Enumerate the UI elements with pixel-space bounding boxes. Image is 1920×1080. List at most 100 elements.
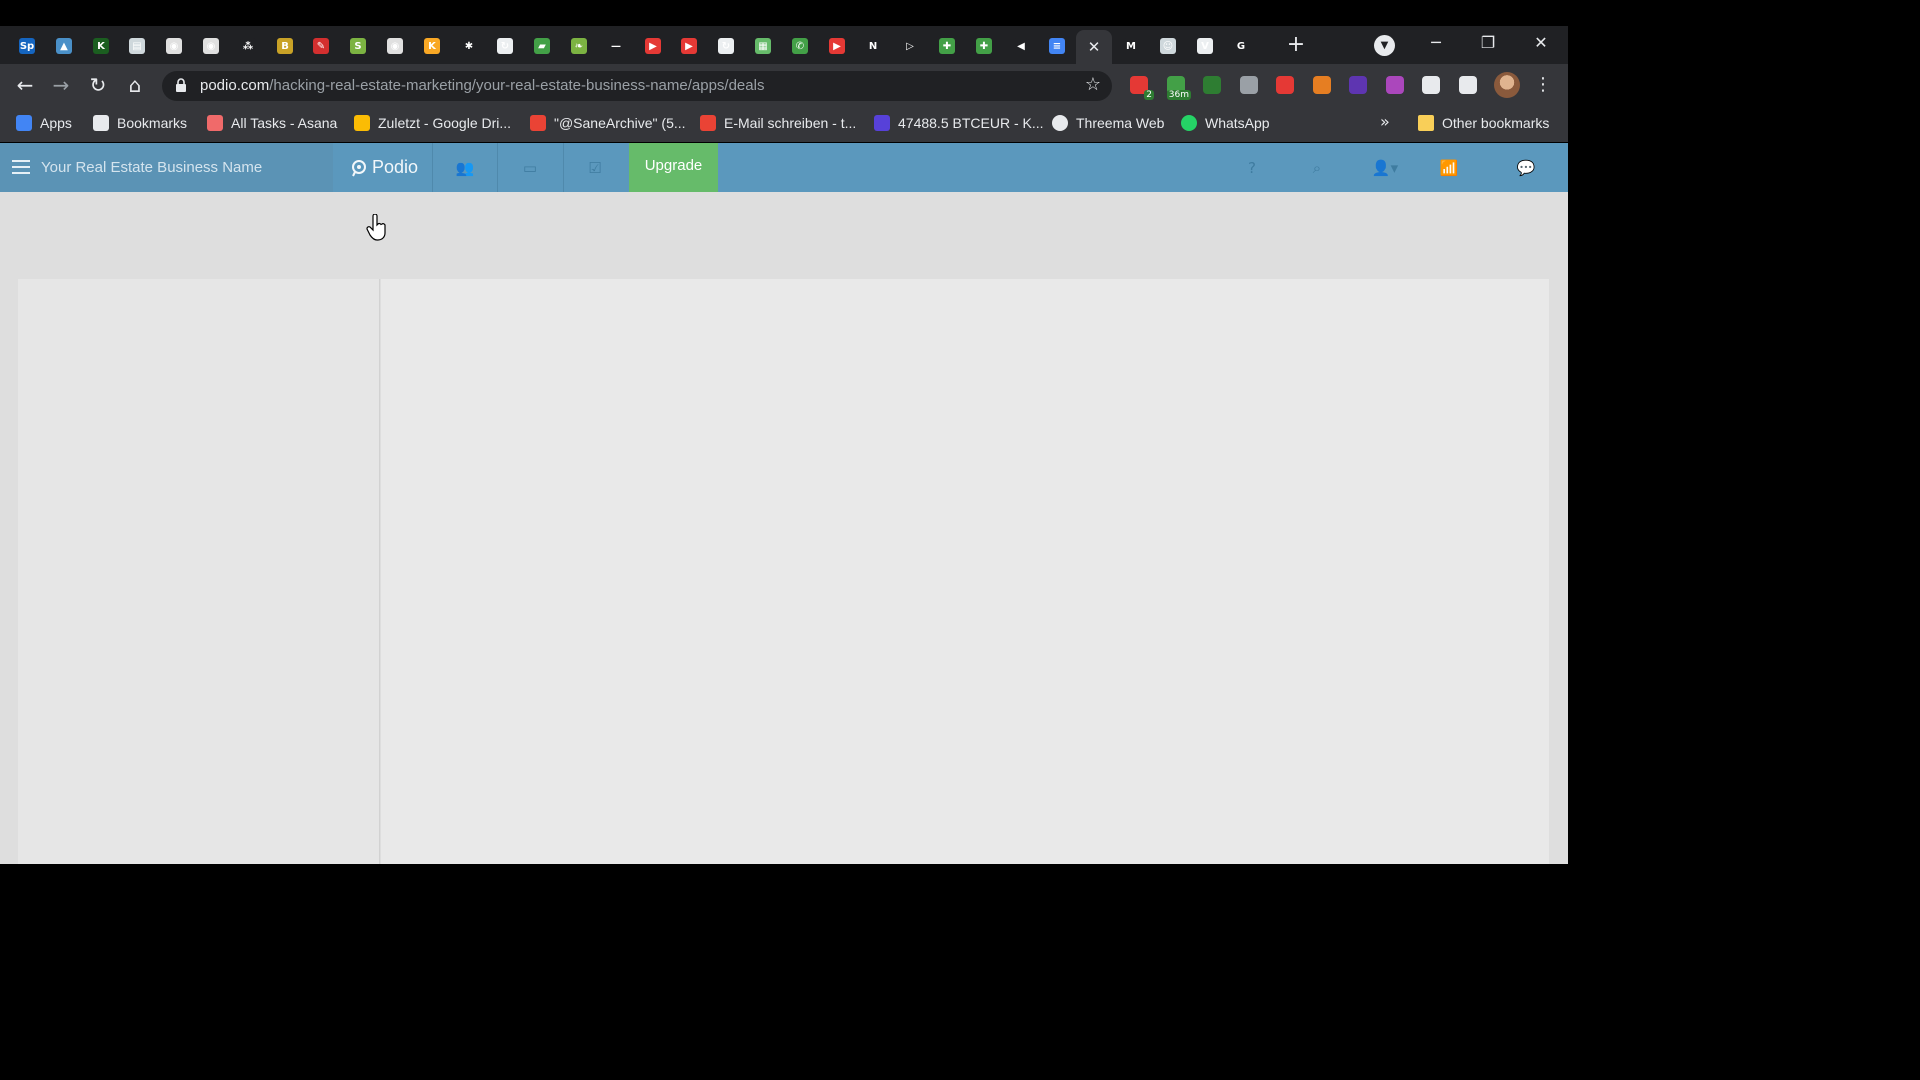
browser-tab[interactable]: ↻ — [708, 33, 744, 59]
browser-menu-icon[interactable]: ⋮ — [1533, 75, 1553, 95]
browser-tab[interactable]: ▷ — [892, 33, 928, 59]
sheets-icon: ✚ — [939, 38, 955, 54]
bookmark-item[interactable]: Apps — [16, 113, 72, 133]
gmail-icon — [530, 115, 546, 131]
pocket-icon[interactable] — [1240, 76, 1258, 94]
puzzle-icon[interactable] — [1422, 76, 1440, 94]
youtube-icon: ▶ — [681, 38, 697, 54]
hand-cursor-icon — [366, 214, 386, 241]
image-icon: ▲ — [56, 38, 72, 54]
calendar-icon[interactable]: ▭ — [519, 157, 541, 179]
grammar-icon[interactable] — [1349, 76, 1367, 94]
browser-tab[interactable]: ✎ — [303, 33, 339, 59]
tasks-check-icon[interactable]: ☑ — [584, 157, 606, 179]
bookmark-item[interactable]: Threema Web — [1052, 113, 1164, 133]
forward-icon[interactable]: → — [48, 72, 74, 98]
browser-tab[interactable]: ▲ — [46, 33, 82, 59]
browser-tab[interactable]: ↻ — [487, 33, 523, 59]
tab-search-icon[interactable]: ▼ — [1374, 35, 1395, 56]
workspace-name[interactable]: Your Real Estate Business Name — [41, 159, 262, 176]
browser-tab[interactable]: ◉ — [156, 33, 192, 59]
browser-tab[interactable]: ☺ — [1150, 33, 1186, 59]
hamburger-menu-icon[interactable] — [12, 160, 30, 175]
color-picker-icon[interactable] — [1386, 76, 1404, 94]
queue-icon[interactable] — [1459, 76, 1477, 94]
bookmark-label: "@SaneArchive" (5... — [554, 115, 686, 131]
reload-icon[interactable]: ↻ — [85, 72, 111, 98]
home-icon[interactable]: ⌂ — [122, 72, 148, 98]
browser-tab[interactable]: Sp — [9, 33, 45, 59]
bookmark-label: WhatsApp — [1205, 115, 1270, 131]
browser-tab[interactable]: M — [1113, 33, 1149, 59]
bookmark-label: 47488.5 BTCEUR - K... — [898, 115, 1044, 131]
browser-tab[interactable]: ◉ — [193, 33, 229, 59]
upgrade-button[interactable]: Upgrade — [629, 143, 718, 192]
podio-logo[interactable]: Podio — [350, 157, 418, 178]
browser-tab[interactable]: S — [340, 33, 376, 59]
browser-tab[interactable]: G — [1223, 33, 1259, 59]
user-menu-icon[interactable]: 👤▾ — [1371, 157, 1399, 179]
url-path: /hacking-real-estate-marketing/your-real… — [269, 77, 765, 94]
phone-icon: K — [93, 38, 109, 54]
bookmark-item[interactable]: Bookmarks — [93, 113, 187, 133]
browser-tab[interactable]: ▶ — [635, 33, 671, 59]
browser-tab[interactable]: N — [855, 33, 891, 59]
bookmark-item[interactable]: All Tasks - Asana — [207, 113, 337, 133]
browser-tab[interactable]: ▶ — [819, 33, 855, 59]
browser-tab[interactable]: — — [598, 33, 634, 59]
metamask-icon[interactable] — [1313, 76, 1331, 94]
bookmark-item[interactable]: 47488.5 BTCEUR - K... — [874, 113, 1044, 133]
browser-tab[interactable]: ▶ — [671, 33, 707, 59]
new-tab-button[interactable]: + — [1283, 32, 1309, 58]
podio-logo-icon — [352, 159, 366, 176]
browser-tab[interactable]: ◀ — [1003, 33, 1039, 59]
browser-tab[interactable]: ✱ — [451, 33, 487, 59]
browser-tab[interactable]: ✚ — [966, 33, 1002, 59]
browser-tab[interactable]: ◉ — [377, 33, 413, 59]
window-close-icon[interactable]: ✕ — [1521, 28, 1561, 58]
evernote-icon[interactable] — [1203, 76, 1221, 94]
browser-tab[interactable]: V — [1187, 33, 1223, 59]
header-divider — [563, 143, 564, 192]
minimize-icon[interactable]: ─ — [1416, 28, 1456, 58]
activity-feed-icon[interactable]: 📶 — [1438, 157, 1460, 179]
other-bookmarks[interactable]: Other bookmarks — [1418, 113, 1549, 133]
contacts-icon[interactable]: 👥 — [454, 157, 476, 179]
bookmark-item[interactable]: WhatsApp — [1181, 113, 1270, 133]
browser-tab[interactable]: ▰ — [524, 33, 560, 59]
browser-tab[interactable]: ⁂ — [230, 33, 266, 59]
browser-tab[interactable]: ▤ — [119, 33, 155, 59]
asana-icon: ⁂ — [240, 38, 256, 54]
browser-tab[interactable]: ✕ — [1076, 30, 1112, 64]
bookmarks-overflow-button[interactable]: » — [1380, 112, 1390, 131]
audio-icon: ◀ — [1013, 38, 1029, 54]
search-icon[interactable]: ⌕ — [1306, 157, 1328, 179]
lock-icon[interactable] — [176, 78, 186, 92]
chat-icon[interactable]: 💬 — [1515, 157, 1537, 179]
avatar[interactable] — [1494, 72, 1520, 98]
back-icon[interactable]: ← — [12, 72, 38, 98]
netflix-icon: N — [865, 38, 881, 54]
bookmark-item[interactable]: E-Mail schreiben - t... — [700, 113, 856, 133]
browser-tab[interactable]: ▦ — [745, 33, 781, 59]
header-divider — [432, 143, 433, 192]
browser-tab[interactable]: B — [267, 33, 303, 59]
browser-tab[interactable]: ✆ — [782, 33, 818, 59]
calendar-badge-icon[interactable]: 2 — [1130, 76, 1154, 100]
google-icon: G — [1233, 38, 1249, 54]
browser-tab[interactable]: ≡ — [1039, 33, 1075, 59]
app-sidebar-panel — [18, 279, 380, 864]
close-icon[interactable]: ✕ — [1088, 38, 1101, 56]
bookmark-item[interactable]: "@SaneArchive" (5... — [530, 113, 686, 133]
help-icon[interactable]: ? — [1241, 157, 1263, 179]
browser-tab[interactable]: ✚ — [929, 33, 965, 59]
bookmark-star-icon[interactable]: ☆ — [1083, 75, 1103, 95]
restore-icon[interactable]: ❐ — [1468, 28, 1508, 58]
adblock-icon[interactable] — [1276, 76, 1294, 94]
browser-tab[interactable]: K — [83, 33, 119, 59]
url-text[interactable]: podio.com/hacking-real-estate-marketing/… — [200, 77, 764, 94]
bookmark-item[interactable]: Zuletzt - Google Dri... — [354, 113, 511, 133]
browser-tab[interactable]: ❧ — [561, 33, 597, 59]
timer-icon[interactable]: 36m — [1166, 76, 1191, 100]
browser-tab[interactable]: K — [414, 33, 450, 59]
